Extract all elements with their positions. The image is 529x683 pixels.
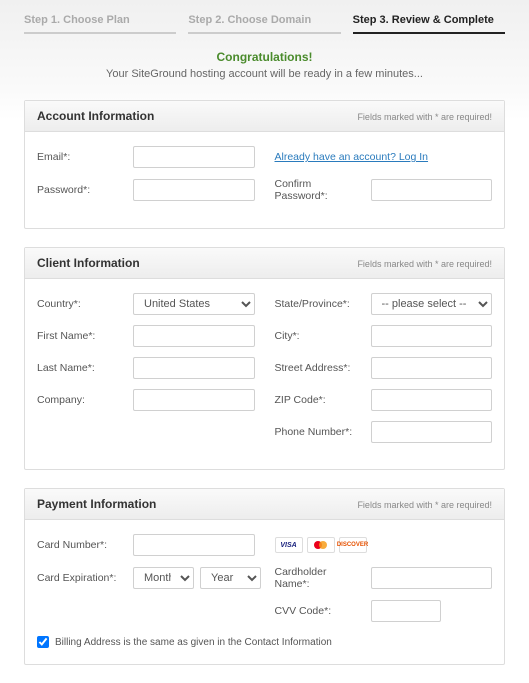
account-title: Account Information <box>37 109 154 123</box>
password-input[interactable] <box>133 179 255 201</box>
cardholder-input[interactable] <box>371 567 493 589</box>
billing-same-checkbox[interactable] <box>37 636 49 648</box>
email-input[interactable] <box>133 146 255 168</box>
exp-label: Card Expiration*: <box>37 572 125 584</box>
password-label: Password*: <box>37 184 125 196</box>
payment-section: Payment Information Fields marked with *… <box>24 488 505 665</box>
confirm-password-input[interactable] <box>371 179 493 201</box>
lastname-input[interactable] <box>133 357 255 379</box>
visa-icon: VISA <box>275 537 303 553</box>
confirm-password-label: Confirm Password*: <box>275 178 363 202</box>
congrats-block: Congratulations! Your SiteGround hosting… <box>0 34 529 90</box>
login-link[interactable]: Already have an account? Log In <box>275 151 429 163</box>
client-title: Client Information <box>37 256 140 270</box>
phone-label: Phone Number*: <box>275 426 363 438</box>
exp-year-select[interactable]: Year <box>200 567 261 589</box>
required-note: Fields marked with * are required! <box>357 500 492 510</box>
discover-icon: DISCOVER <box>339 537 367 553</box>
state-select[interactable]: -- please select -- <box>371 293 493 315</box>
client-section: Client Information Fields marked with * … <box>24 247 505 470</box>
congrats-subtitle: Your SiteGround hosting account will be … <box>0 68 529 80</box>
company-label: Company: <box>37 394 125 406</box>
step-choose-domain[interactable]: Step 2. Choose Domain <box>188 8 340 34</box>
zip-input[interactable] <box>371 389 493 411</box>
congrats-title: Congratulations! <box>0 50 529 64</box>
city-label: City*: <box>275 330 363 342</box>
mastercard-icon <box>307 537 335 553</box>
street-input[interactable] <box>371 357 493 379</box>
country-select[interactable]: United States <box>133 293 255 315</box>
payment-title: Payment Information <box>37 497 156 511</box>
billing-same-label: Billing Address is the same as given in … <box>55 637 332 648</box>
zip-label: ZIP Code*: <box>275 394 363 406</box>
city-input[interactable] <box>371 325 493 347</box>
email-label: Email*: <box>37 151 125 163</box>
firstname-input[interactable] <box>133 325 255 347</box>
cvv-label: CVV Code*: <box>275 605 363 617</box>
cardholder-label: Cardholder Name*: <box>275 566 363 590</box>
progress-steps: Step 1. Choose Plan Step 2. Choose Domai… <box>0 0 529 34</box>
lastname-label: Last Name*: <box>37 362 125 374</box>
cardnum-label: Card Number*: <box>37 539 125 551</box>
step-choose-plan[interactable]: Step 1. Choose Plan <box>24 8 176 34</box>
required-note: Fields marked with * are required! <box>357 112 492 122</box>
phone-input[interactable] <box>371 421 493 443</box>
step-review-complete[interactable]: Step 3. Review & Complete <box>353 8 505 34</box>
firstname-label: First Name*: <box>37 330 125 342</box>
exp-month-select[interactable]: Month <box>133 567 194 589</box>
cardnum-input[interactable] <box>133 534 255 556</box>
country-label: Country*: <box>37 298 125 310</box>
state-label: State/Province*: <box>275 298 363 310</box>
street-label: Street Address*: <box>275 362 363 374</box>
required-note: Fields marked with * are required! <box>357 259 492 269</box>
account-section: Account Information Fields marked with *… <box>24 100 505 229</box>
card-brands: VISA DISCOVER <box>275 537 367 553</box>
company-input[interactable] <box>133 389 255 411</box>
cvv-input[interactable] <box>371 600 441 622</box>
